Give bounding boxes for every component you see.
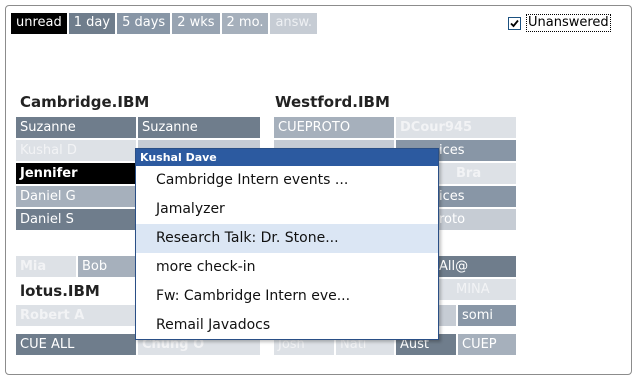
- contact-robert-a[interactable]: Robert A: [16, 305, 136, 326]
- popup-item[interactable]: Jamalyzer: [136, 195, 438, 224]
- contact-daniel-g[interactable]: Daniel G: [16, 186, 136, 207]
- unanswered-label[interactable]: Unanswered: [526, 14, 611, 32]
- contact-cue-all[interactable]: CUE ALL: [16, 334, 136, 355]
- tab-2-mo[interactable]: 2 mo.: [221, 13, 269, 34]
- popup-item-highlighted[interactable]: Research Talk: Dr. Stone...: [136, 224, 438, 253]
- contact-kushal-d[interactable]: Kushal D: [16, 140, 136, 161]
- time-filter-tabs: unread 1 day 5 days 2 wks 2 mo. answ.: [11, 13, 319, 34]
- unanswered-filter[interactable]: Unanswered: [508, 14, 611, 32]
- tab-answered[interactable]: answ.: [270, 13, 318, 34]
- popup-title: Kushal Dave: [136, 149, 438, 166]
- contact-mia[interactable]: Mia: [16, 256, 76, 277]
- group-title-lotus: lotus.IBM: [20, 282, 100, 300]
- popup-item[interactable]: Cambridge Intern events ...: [136, 166, 438, 195]
- tab-2-wks[interactable]: 2 wks: [172, 13, 220, 34]
- check-icon: [510, 19, 519, 27]
- contact-dcour945[interactable]: DCour945: [396, 117, 516, 138]
- group-title-cambridge: Cambridge.IBM: [20, 93, 150, 111]
- tab-5-days[interactable]: 5 days: [117, 13, 171, 34]
- contact-cueproto[interactable]: CUEPROTO: [274, 117, 394, 138]
- popup-item[interactable]: Fw: Cambridge Intern eve...: [136, 282, 438, 311]
- popup-item[interactable]: more check-in: [136, 253, 438, 282]
- tab-unread[interactable]: unread: [11, 13, 67, 34]
- popup-item[interactable]: Remail Javadocs: [136, 311, 438, 340]
- contact-cuep[interactable]: CUEP: [458, 334, 516, 355]
- tab-1-day[interactable]: 1 day: [68, 13, 116, 34]
- group-title-westford: Westford.IBM: [275, 93, 390, 111]
- contact-suzanne[interactable]: Suzanne: [16, 117, 136, 138]
- contact-popup-menu: Kushal Dave Cambridge Intern events ... …: [135, 148, 439, 340]
- unanswered-checkbox[interactable]: [508, 16, 521, 30]
- contact-suzanne-2[interactable]: Suzanne: [138, 117, 260, 138]
- contact-somi[interactable]: somi: [458, 305, 516, 326]
- contact-bob[interactable]: Bob: [78, 256, 136, 277]
- contact-jennifer[interactable]: Jennifer: [16, 163, 136, 184]
- contact-daniel-s[interactable]: Daniel S: [16, 209, 136, 230]
